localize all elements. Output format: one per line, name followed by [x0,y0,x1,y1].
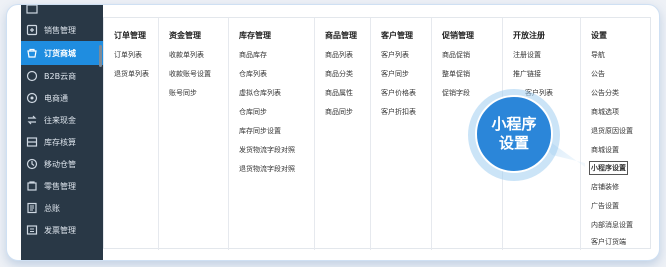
callout-beam [527,125,585,167]
miniprogram-callout-badge: 小程序 设置 [475,95,553,173]
callout-line-1: 小程序 [491,115,537,133]
callout-line-2: 设置 [498,134,529,152]
screenshot-frame: 销售管理 订货商城 B2B云商 电商通 往来现金 库存核算 移动仓管 零售管理 … [6,4,660,261]
